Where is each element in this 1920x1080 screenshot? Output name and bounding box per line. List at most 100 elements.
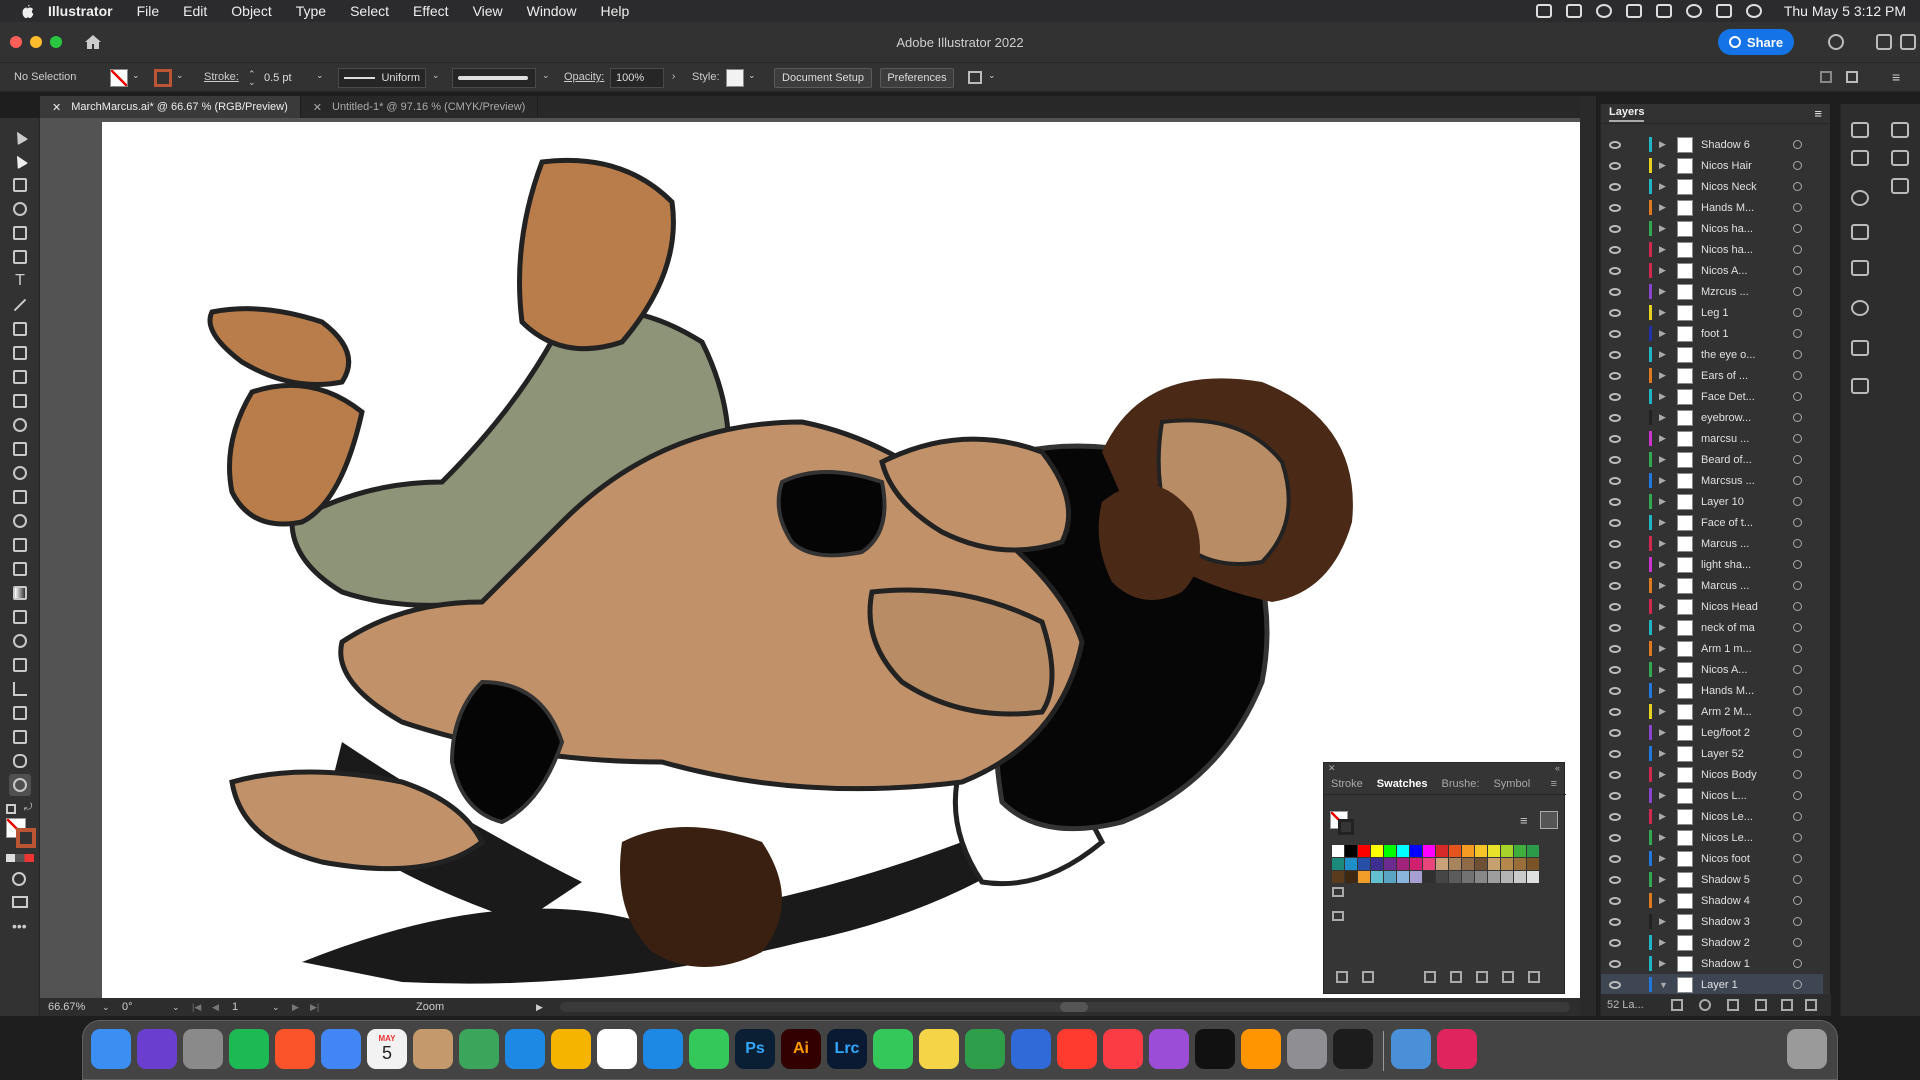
document-setup-button[interactable]: Document Setup: [774, 68, 872, 88]
menu-type[interactable]: Type: [296, 3, 326, 19]
stroke-swatch[interactable]: [154, 69, 172, 87]
color-swatch[interactable]: [1423, 845, 1435, 857]
layer-row[interactable]: ▶ Nicos Head: [1601, 596, 1823, 617]
visibility-eye-icon[interactable]: [1609, 350, 1621, 359]
menu-help[interactable]: Help: [600, 3, 629, 19]
visibility-eye-icon[interactable]: [1609, 875, 1621, 884]
color-swatch[interactable]: [1423, 871, 1435, 883]
profile-dropdown-chevron-icon[interactable]: ⌄: [432, 70, 440, 81]
color-swatch[interactable]: [1475, 845, 1487, 857]
creative-cloud-status-icon[interactable]: [1535, 4, 1552, 18]
layer-name[interactable]: the eye o...: [1701, 349, 1755, 361]
layer-name[interactable]: Nicos A...: [1701, 265, 1747, 277]
layer-row[interactable]: ▶ Nicos ha...: [1601, 239, 1823, 260]
slice-tool[interactable]: [9, 726, 31, 748]
color-swatch[interactable]: [1501, 858, 1513, 870]
layer-name[interactable]: foot 1: [1701, 328, 1729, 340]
layer-row[interactable]: ▶ Shadow 4: [1601, 890, 1823, 911]
lasso-tool[interactable]: [9, 198, 31, 220]
layer-target-icon[interactable]: [1793, 392, 1802, 401]
expand-layer-chevron-icon[interactable]: ▶: [1659, 937, 1666, 948]
layer-name[interactable]: Face of t...: [1701, 517, 1753, 529]
gradient-tool[interactable]: [9, 582, 31, 604]
tab-symbols[interactable]: Symbol: [1486, 778, 1537, 790]
layer-target-icon[interactable]: [1793, 854, 1802, 863]
locate-object-icon[interactable]: [1699, 999, 1711, 1011]
hand-tool[interactable]: [9, 750, 31, 772]
expand-layer-chevron-icon[interactable]: ▶: [1659, 307, 1666, 318]
layer-row[interactable]: ▶ Shadow 6: [1601, 134, 1823, 155]
expand-layer-chevron-icon[interactable]: ▶: [1659, 748, 1666, 759]
expand-layer-chevron-icon[interactable]: ▶: [1659, 517, 1666, 528]
visibility-eye-icon[interactable]: [1609, 476, 1621, 485]
last-artboard-icon[interactable]: ▶|: [310, 1002, 319, 1013]
visibility-eye-icon[interactable]: [1609, 917, 1621, 926]
visibility-eye-icon[interactable]: [1609, 665, 1621, 674]
layer-target-icon[interactable]: [1793, 266, 1802, 275]
minimize-window-button[interactable]: [30, 36, 42, 48]
expand-layer-chevron-icon[interactable]: ▶: [1659, 664, 1666, 675]
new-color-group-icon[interactable]: [1450, 971, 1462, 983]
color-guide-panel-icon[interactable]: [1851, 190, 1869, 206]
learn-panel-icon[interactable]: [1891, 178, 1909, 194]
color-swatch[interactable]: [1358, 845, 1370, 857]
layer-row[interactable]: ▶ the eye o...: [1601, 344, 1823, 365]
layer-row[interactable]: ▶ Beard of...: [1601, 449, 1823, 470]
dock-chrome-icon[interactable]: [321, 1029, 361, 1069]
artboard-number-field[interactable]: 1: [232, 1001, 238, 1013]
layer-target-icon[interactable]: [1793, 959, 1802, 968]
layer-target-icon[interactable]: [1793, 539, 1802, 548]
line-tool[interactable]: [9, 294, 31, 316]
visibility-eye-icon[interactable]: [1609, 434, 1621, 443]
layer-row[interactable]: ▶ Nicos L...: [1601, 785, 1823, 806]
layer-row[interactable]: ▶ Shadow 1: [1601, 953, 1823, 974]
layer-name[interactable]: Nicos ha...: [1701, 223, 1753, 235]
layer-target-icon[interactable]: [1793, 434, 1802, 443]
dock-tv-icon[interactable]: [1195, 1029, 1235, 1069]
export-for-screens-icon[interactable]: [1851, 340, 1869, 356]
dock-reminders-icon[interactable]: [597, 1029, 637, 1069]
layer-name[interactable]: Nicos Neck: [1701, 181, 1757, 193]
thumbnail-view-icon[interactable]: [1540, 811, 1558, 829]
color-swatch[interactable]: [1410, 858, 1422, 870]
layer-row[interactable]: ▶ Leg 1: [1601, 302, 1823, 323]
color-swatch[interactable]: [1449, 871, 1461, 883]
visibility-eye-icon[interactable]: [1609, 224, 1621, 233]
layer-row[interactable]: ▶ Marcsus ...: [1601, 470, 1823, 491]
layer-name[interactable]: Leg 1: [1701, 307, 1729, 319]
dock-messages-icon[interactable]: [689, 1029, 729, 1069]
layer-target-icon[interactable]: [1793, 560, 1802, 569]
layer-name[interactable]: Nicos Le...: [1701, 832, 1753, 844]
color-swatch[interactable]: [1514, 845, 1526, 857]
layer-row[interactable]: ▶ Shadow 2: [1601, 932, 1823, 953]
color-swatch[interactable]: [1501, 871, 1513, 883]
layer-name[interactable]: Shadow 2: [1701, 937, 1750, 949]
stroke-dropdown-chevron-icon[interactable]: ⌄: [176, 70, 184, 81]
layer-row[interactable]: ▶ marcsu ...: [1601, 428, 1823, 449]
expand-layer-chevron-icon[interactable]: ▶: [1659, 853, 1666, 864]
layer-target-icon[interactable]: [1793, 833, 1802, 842]
visibility-eye-icon[interactable]: [1609, 455, 1621, 464]
visibility-eye-icon[interactable]: [1609, 329, 1621, 338]
dock-maps-icon[interactable]: [459, 1029, 499, 1069]
color-swatch[interactable]: [1488, 871, 1500, 883]
expand-layer-chevron-icon[interactable]: ▼: [1659, 980, 1668, 990]
layer-target-icon[interactable]: [1793, 686, 1802, 695]
swap-fill-stroke-icon[interactable]: ⤾: [24, 802, 32, 813]
scale-tool[interactable]: [9, 438, 31, 460]
tab-marchmarcus[interactable]: ✕ MarchMarcus.ai* @ 66.67 % (RGB/Preview…: [40, 96, 301, 118]
layer-name[interactable]: Marcus ...: [1701, 538, 1749, 550]
layer-name[interactable]: Hands M...: [1701, 685, 1754, 697]
layer-target-icon[interactable]: [1793, 161, 1802, 170]
pathfinder-panel-icon[interactable]: [1851, 378, 1869, 394]
appearance-panel-icon[interactable]: [1851, 150, 1869, 166]
layer-target-icon[interactable]: [1793, 245, 1802, 254]
close-tab-icon[interactable]: ✕: [313, 101, 322, 114]
stroke-color-indicator[interactable]: [16, 828, 36, 848]
layer-name[interactable]: Marcsus ...: [1701, 475, 1755, 487]
visibility-eye-icon[interactable]: [1609, 602, 1621, 611]
layer-name[interactable]: Nicos A...: [1701, 664, 1747, 676]
dock-ai-icon[interactable]: Ai: [781, 1029, 821, 1069]
scrollbar-thumb[interactable]: [1060, 1002, 1088, 1012]
dock-photos-icon[interactable]: [551, 1029, 591, 1069]
